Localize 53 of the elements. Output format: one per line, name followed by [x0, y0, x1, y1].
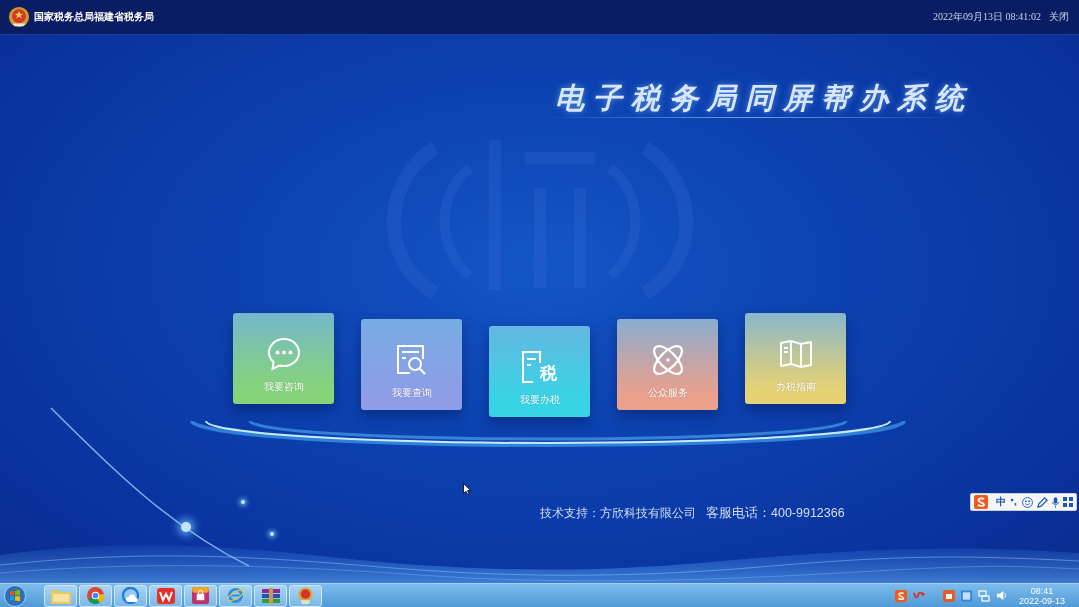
taskbar-app-button[interactable]	[184, 584, 217, 607]
tricolor-ring-icon	[87, 587, 104, 604]
document-search-icon	[395, 344, 428, 376]
taskbar-app-button[interactable]	[79, 584, 112, 607]
service-tile[interactable]: 办税指南	[745, 313, 846, 404]
atom-icon	[651, 344, 684, 376]
support-text: 技术支持：方欣科技有限公司	[540, 505, 696, 521]
globe-ring-icon	[226, 587, 245, 604]
hotline-text: 客服电话：400-9912366	[706, 505, 845, 521]
emblem-icon	[8, 6, 30, 28]
smiley-icon[interactable]	[1022, 496, 1033, 508]
tile-label: 办税指南	[775, 381, 816, 393]
folded-map-icon	[778, 339, 813, 369]
service-tile[interactable]: 公众服务	[617, 319, 718, 410]
service-tile[interactable]: 税 我要办税	[489, 326, 590, 417]
punctuation-icon[interactable]	[1010, 498, 1018, 506]
clock-date: 2022-09-13	[1018, 595, 1065, 606]
speaker-icon[interactable]	[995, 590, 1007, 601]
zigzag-tile-icon	[156, 587, 175, 604]
shopping-bag-icon	[192, 587, 209, 604]
start-button[interactable]	[4, 584, 26, 607]
network-icon[interactable]	[977, 589, 990, 602]
input-method-logo-icon[interactable]	[894, 589, 907, 602]
grid-icon[interactable]	[1063, 497, 1073, 507]
service-tile[interactable]: 我要咨询	[233, 313, 334, 404]
agency-name: 国家税务总局福建省税务局	[34, 11, 154, 23]
microphone-icon[interactable]	[1052, 496, 1059, 508]
tile-label: 公众服务	[647, 387, 688, 399]
close-link[interactable]: 关闭	[1049, 11, 1069, 23]
tile-label: 我要办税	[519, 394, 560, 406]
date-time: 2022年09月13日 08:41:02	[932, 11, 1041, 23]
tile-label: 我要咨询	[263, 381, 304, 393]
window-icon[interactable]	[960, 589, 972, 602]
tax-character: 税	[540, 365, 557, 383]
folder-icon	[50, 587, 71, 604]
service-tile[interactable]: 我要查询	[361, 319, 462, 410]
app-tile-icon[interactable]	[942, 589, 955, 602]
cloud-icon	[122, 587, 139, 604]
wave-icon[interactable]	[912, 591, 925, 600]
emblem-icon	[297, 587, 314, 604]
taskbar-app-button[interactable]	[219, 584, 252, 607]
system-title: 电子税务局同屏帮办系统	[555, 81, 973, 115]
taskbar-app-button[interactable]	[254, 584, 287, 607]
taskbar-app-button[interactable]	[289, 584, 322, 607]
pen-icon[interactable]	[1037, 496, 1048, 508]
taskbar-app-button[interactable]	[149, 584, 182, 607]
input-mode-toggle[interactable]: 中	[996, 496, 1006, 508]
chat-bubble-icon	[266, 337, 301, 371]
taskbar-app-button[interactable]	[114, 584, 147, 607]
tile-label: 我要查询	[391, 387, 432, 399]
clock-time: 08:41	[1030, 585, 1054, 596]
mouse-pointer-icon	[463, 483, 471, 495]
book-stack-icon	[260, 587, 281, 604]
